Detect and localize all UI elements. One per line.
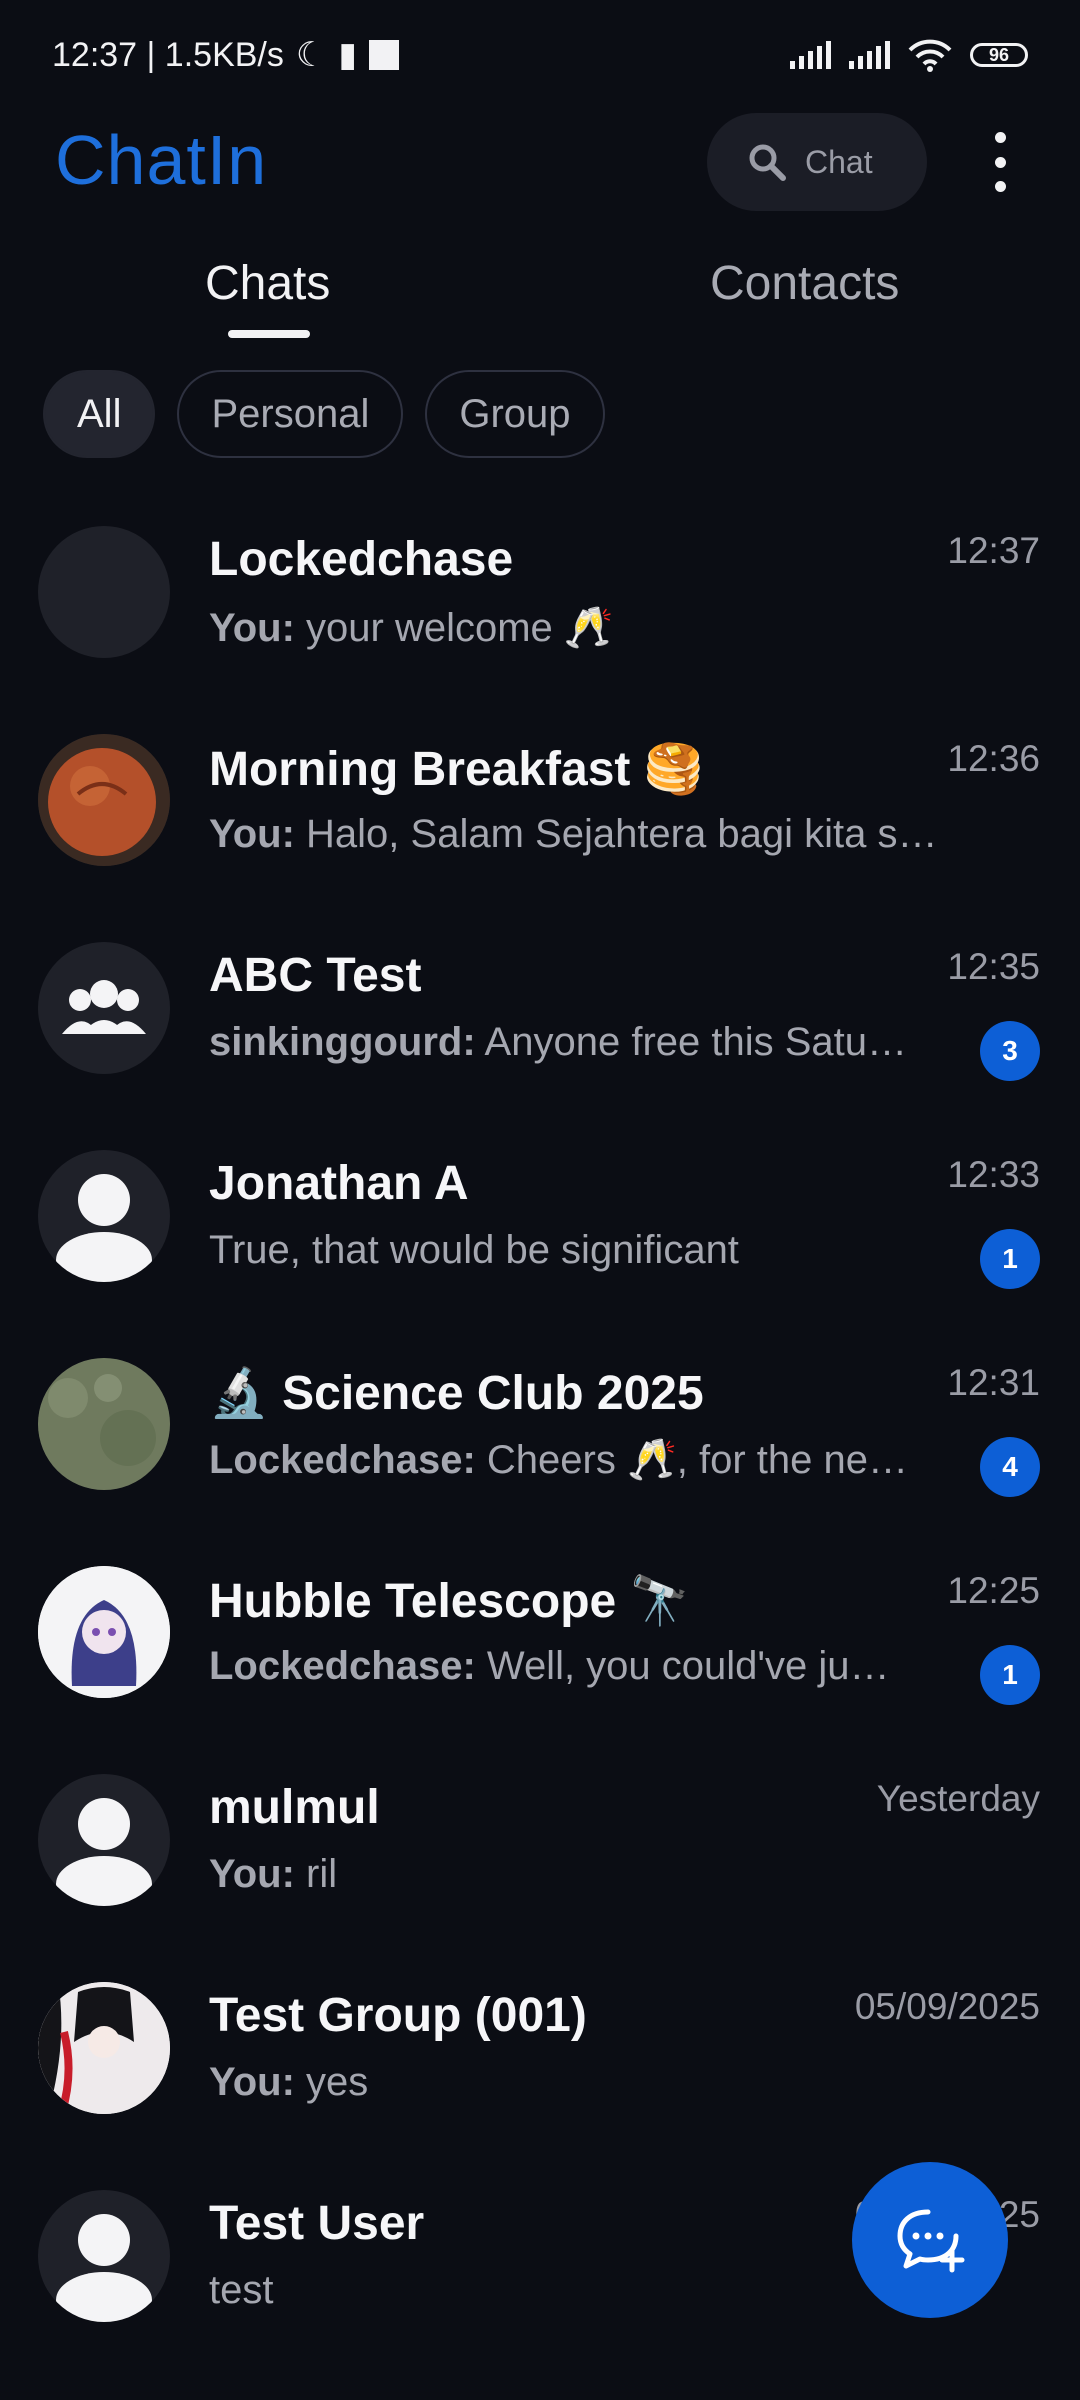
- search-label: Chat: [805, 143, 873, 180]
- sim-icon: ▮: [338, 36, 358, 74]
- avatar-image: [38, 1566, 170, 1698]
- chat-sender: You:: [209, 606, 295, 650]
- chat-message: ril: [306, 1852, 338, 1896]
- chat-preview: Lockedchase: Cheers 🥂, for the new year: [209, 1436, 909, 1483]
- wifi-icon: [908, 39, 952, 72]
- filter-chips: All Personal Group: [43, 370, 605, 458]
- new-chat-button[interactable]: [852, 2162, 1008, 2318]
- filter-all[interactable]: All: [43, 370, 156, 458]
- chat-preview: You: ril: [209, 1852, 949, 1897]
- battery-icon: 96: [970, 43, 1028, 67]
- chat-message: test: [209, 2268, 274, 2312]
- unread-badge: 1: [980, 1229, 1040, 1289]
- chat-row[interactable]: Hubble Telescope 🔭 12:25 Lockedchase: We…: [0, 1560, 1080, 1768]
- avatar: [38, 1774, 170, 1906]
- chat-time: 12:36: [947, 738, 1040, 779]
- unread-badge: 1: [980, 1645, 1040, 1705]
- avatar-image: [38, 734, 170, 866]
- chat-sender: Lockedchase:: [209, 1438, 476, 1482]
- unread-badge: 3: [980, 1021, 1040, 1081]
- chat-preview: You: your welcome 🥂: [209, 604, 949, 651]
- chat-message: Anyone free this Saturday?: [484, 1020, 909, 1064]
- chat-sender: You:: [209, 812, 295, 856]
- person-icon: [56, 1174, 152, 1282]
- chat-sender: You:: [209, 1852, 295, 1896]
- app-title: ChatIn: [55, 121, 268, 199]
- chat-name: mulmul: [209, 1781, 380, 1834]
- avatar: [38, 2190, 170, 2322]
- avatar: [38, 526, 170, 658]
- chat-preview: You: yes: [209, 2060, 949, 2105]
- chat-preview: sinkinggourd: Anyone free this Saturday?: [209, 1020, 909, 1065]
- chat-name: Jonathan A: [209, 1157, 469, 1210]
- chat-name: Hubble Telescope 🔭: [209, 1575, 690, 1628]
- chat-name: Lockedchase: [209, 533, 514, 586]
- app-bar: ChatIn Chat: [0, 110, 1080, 215]
- chat-row[interactable]: Test Group (001) 05/09/2025 You: yes: [0, 1976, 1080, 2184]
- chat-message: yes: [306, 2060, 369, 2104]
- chat-name: Morning Breakfast 🥞: [209, 743, 704, 796]
- chat-name: Test User: [209, 2197, 425, 2250]
- avatar: [38, 942, 170, 1074]
- chat-name: 🔬 Science Club 2025: [209, 1367, 704, 1420]
- avatar: [38, 1150, 170, 1282]
- chat-row[interactable]: Lockedchase 12:37 You: your welcome 🥂: [0, 520, 1080, 728]
- chat-row[interactable]: 🔬 Science Club 2025 12:31 Lockedchase: C…: [0, 1352, 1080, 1560]
- avatar-image: [38, 1358, 170, 1490]
- moon-icon: ☾: [295, 36, 327, 74]
- chat-name: Test Group (001): [209, 1989, 587, 2042]
- avatar: [38, 734, 170, 866]
- chat-row[interactable]: Jonathan A 12:33 True, that would be sig…: [0, 1144, 1080, 1352]
- chat-message: Halo, Salam Sejahtera bagi kita semua: [306, 812, 949, 856]
- chat-preview: You: Halo, Salam Sejahtera bagi kita sem…: [209, 812, 949, 857]
- chat-list: Lockedchase 12:37 You: your welcome 🥂 Mo…: [0, 520, 1080, 2392]
- chat-preview: Lockedchase: Well, you could've just ask…: [209, 1644, 909, 1689]
- tab-chats[interactable]: Chats: [205, 256, 330, 311]
- chat-sender: Lockedchase:: [209, 1644, 476, 1688]
- chat-sender: sinkinggourd:: [209, 1020, 476, 1064]
- tab-indicator: [228, 330, 310, 338]
- avatar: [38, 1982, 170, 2114]
- chat-message: Well, you could've just asked: [486, 1644, 909, 1688]
- chat-row[interactable]: mulmul Yesterday You: ril: [0, 1768, 1080, 1976]
- person-icon: [56, 1798, 152, 1906]
- tab-contacts[interactable]: Contacts: [710, 256, 899, 311]
- chat-time: 05/09/2025: [854, 1986, 1040, 2027]
- notification-icon: [369, 40, 400, 70]
- chat-time: 12:33: [947, 1154, 1040, 1195]
- chat-preview: test: [209, 2268, 949, 2313]
- filter-group[interactable]: Group: [425, 370, 605, 458]
- chat-time: Yesterday: [876, 1778, 1040, 1819]
- status-right: 96: [790, 38, 1028, 72]
- chat-row[interactable]: Morning Breakfast 🥞 12:36 You: Halo, Sal…: [0, 728, 1080, 936]
- chat-sender: You:: [209, 2060, 295, 2104]
- chat-message: Cheers 🥂, for the new year: [486, 1438, 909, 1482]
- chat-name: ABC Test: [209, 949, 422, 1002]
- group-icon: [62, 980, 146, 1034]
- new-chat-icon: [897, 2209, 965, 2273]
- avatar: [38, 1358, 170, 1490]
- status-time: 12:37 | 1.5KB/s: [52, 35, 284, 74]
- chat-message: True, that would be significant: [209, 1228, 739, 1272]
- tab-bar: Chats Contacts: [0, 240, 1080, 340]
- more-options-icon[interactable]: [985, 132, 1015, 192]
- chat-message: your welcome 🥂: [306, 606, 614, 650]
- chat-time: 12:35: [947, 946, 1040, 987]
- chat-time: 12:37: [947, 530, 1040, 571]
- chat-time: 12:25: [947, 1570, 1040, 1611]
- status-bar: 12:37 | 1.5KB/s ☾ ▮ 96: [0, 0, 1080, 110]
- signal-icon: [790, 41, 831, 69]
- filter-personal[interactable]: Personal: [177, 370, 404, 458]
- avatar: [38, 1566, 170, 1698]
- avatar-image: [38, 1982, 170, 2114]
- status-left: 12:37 | 1.5KB/s ☾ ▮: [52, 35, 400, 75]
- chat-row[interactable]: ABC Test 12:35 sinkinggourd: Anyone free…: [0, 936, 1080, 1144]
- person-icon: [56, 2214, 152, 2322]
- unread-badge: 4: [980, 1437, 1040, 1497]
- chat-preview: True, that would be significant: [209, 1228, 909, 1273]
- search-button[interactable]: Chat: [707, 113, 927, 211]
- search-icon: [749, 144, 786, 181]
- signal-icon-2: [849, 41, 890, 69]
- chat-time: 12:31: [947, 1362, 1040, 1403]
